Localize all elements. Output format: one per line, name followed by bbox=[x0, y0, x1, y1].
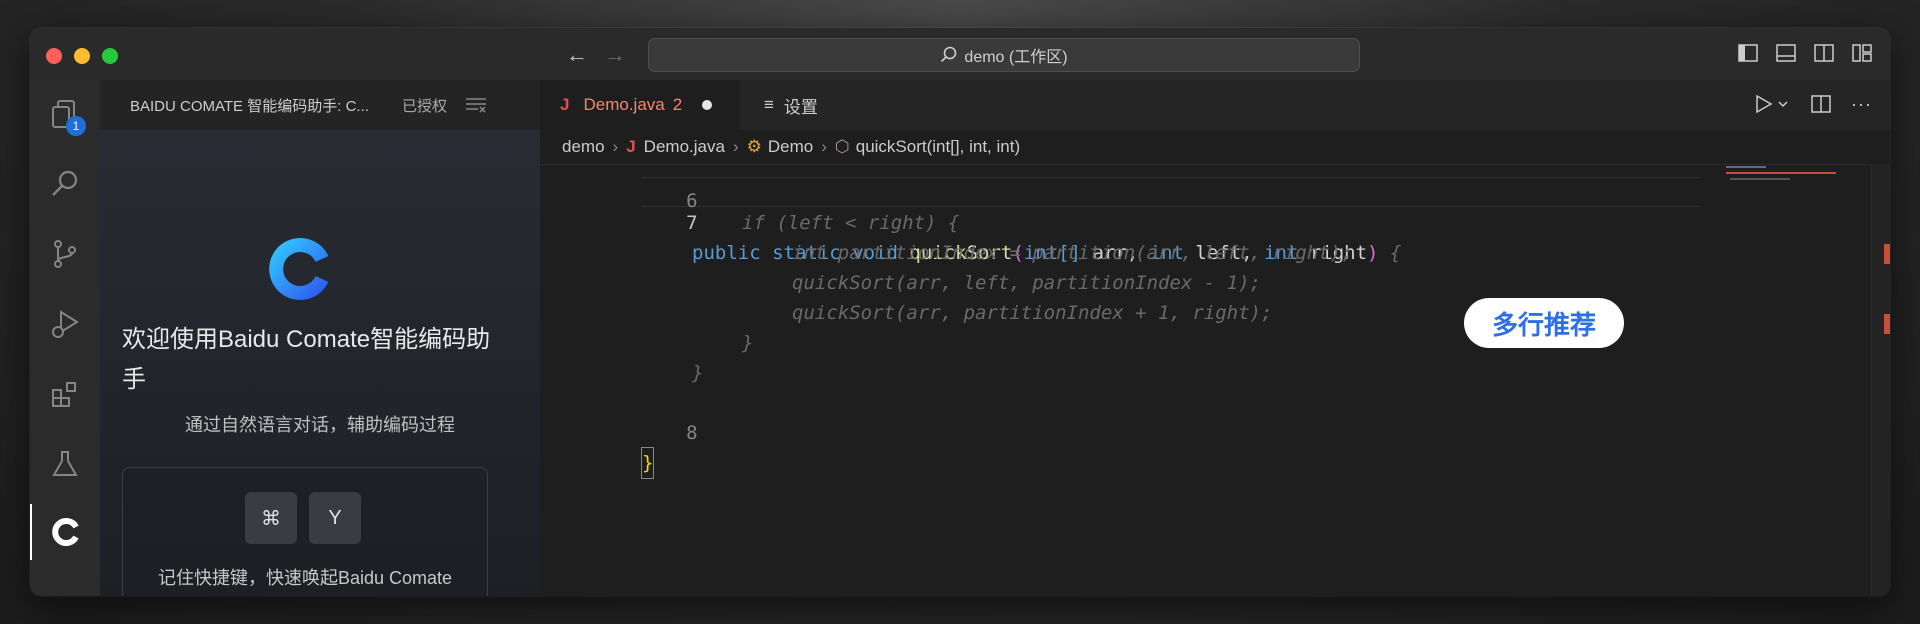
editor-actions: ··· bbox=[1755, 94, 1872, 119]
toggle-secondary-sidebar-icon[interactable] bbox=[1814, 43, 1834, 63]
auth-status: 已授权 bbox=[402, 97, 448, 115]
run-debug-button[interactable] bbox=[30, 296, 100, 352]
toggle-panel-icon[interactable] bbox=[1776, 43, 1796, 63]
class-icon: ⚙ bbox=[746, 137, 762, 156]
editor-area: J Demo.java 2 ≡ 设置 ··· demo › J Demo.jav… bbox=[540, 80, 1890, 596]
run-icon[interactable] bbox=[1755, 94, 1791, 119]
tab-label: 设置 bbox=[783, 97, 818, 117]
run-debug-icon bbox=[52, 310, 79, 338]
error-marker bbox=[1884, 314, 1890, 334]
comate-sidebar: BAIDU COMATE 智能编码助手: C... 已授权 欢迎使用Baidu … bbox=[100, 80, 541, 596]
testing-button[interactable] bbox=[30, 436, 100, 492]
comate-button[interactable] bbox=[30, 504, 102, 560]
multiline-suggestion-bubble: 多行推荐 bbox=[1464, 298, 1624, 348]
close-window-button[interactable] bbox=[46, 48, 62, 64]
more-actions-icon[interactable] bbox=[466, 97, 486, 117]
search-icon bbox=[52, 170, 78, 196]
breadcrumb-folder[interactable]: demo bbox=[562, 137, 605, 157]
chevron-right-icon: › bbox=[821, 137, 827, 156]
comate-logo-icon bbox=[52, 518, 79, 546]
command-center-search[interactable]: demo (工作区) bbox=[648, 38, 1360, 72]
command-key: ⌘ bbox=[245, 492, 297, 544]
tab-demo-java[interactable]: J Demo.java 2 bbox=[540, 80, 740, 130]
flask-icon bbox=[52, 451, 78, 476]
problem-count: 2 bbox=[672, 95, 683, 114]
java-file-icon: J bbox=[626, 137, 636, 156]
minimize-window-button[interactable] bbox=[74, 48, 90, 64]
more-icon[interactable]: ··· bbox=[1851, 94, 1872, 119]
tab-label: Demo.java bbox=[583, 95, 665, 114]
breadcrumb-file[interactable]: Demo.java bbox=[644, 137, 725, 157]
customize-layout-icon[interactable] bbox=[1852, 43, 1872, 63]
welcome-title: 欢迎使用Baidu Comate智能编码助手 bbox=[122, 326, 491, 393]
arrow-right-icon[interactable]: → bbox=[604, 42, 626, 68]
shortcut-hint: 记住快捷键，快速唤起Baidu Comate bbox=[157, 568, 453, 588]
minimap[interactable] bbox=[1720, 164, 1850, 204]
layout-controls bbox=[1738, 43, 1872, 63]
explorer-button[interactable]: 1 bbox=[30, 86, 100, 142]
search-text: demo (工作区) bbox=[964, 49, 1068, 66]
maximize-window-button[interactable] bbox=[102, 48, 118, 64]
editor-tabs: J Demo.java 2 ≡ 设置 ··· bbox=[540, 80, 1890, 130]
toggle-primary-sidebar-icon[interactable] bbox=[1738, 43, 1758, 63]
extensions-icon bbox=[52, 382, 76, 407]
sidebar-header: BAIDU COMATE 智能编码助手: C... 已授权 bbox=[100, 80, 540, 130]
line-number: 8 bbox=[686, 422, 698, 444]
source-control-button[interactable] bbox=[30, 226, 100, 282]
code-line: 7 public static void quickSort(int[] arr… bbox=[540, 178, 1840, 264]
comate-logo-icon bbox=[269, 238, 329, 300]
split-editor-icon[interactable] bbox=[1811, 94, 1831, 119]
code-line: 8 } bbox=[540, 388, 698, 479]
line-number: 7 bbox=[686, 212, 698, 234]
welcome-subtitle: 通过自然语言对话，辅助编码过程 bbox=[185, 415, 455, 435]
method-cube-icon: ⬡ bbox=[834, 137, 850, 156]
code-editor[interactable]: 6 7 public static void quickSort(int[] a… bbox=[540, 164, 1850, 596]
sidebar-title: BAIDU COMATE 智能编码助手: C... bbox=[130, 97, 369, 115]
arrow-left-icon[interactable]: ← bbox=[566, 42, 588, 68]
error-marker bbox=[1884, 244, 1890, 264]
closing-brace: } bbox=[640, 447, 655, 479]
shortcut-card: ⌘ Y 记住快捷键，快速唤起Baidu Comate bbox=[122, 467, 488, 596]
breadcrumb: demo › J Demo.java › ⚙ Demo › ⬡ quickSor… bbox=[540, 130, 1890, 165]
activity-bar: 1 bbox=[30, 80, 101, 596]
app-window: ← → demo (工作区) 1 BAIDU COMATE 智能编码助手: C.… bbox=[30, 28, 1890, 596]
explorer-badge: 1 bbox=[66, 116, 86, 136]
settings-file-icon: ≡ bbox=[764, 95, 774, 114]
extensions-button[interactable] bbox=[30, 366, 100, 422]
editor-scrollbar[interactable] bbox=[1871, 164, 1890, 596]
search-icon bbox=[941, 46, 957, 63]
git-branch-icon bbox=[54, 240, 76, 268]
tab-settings[interactable]: ≡ 设置 bbox=[750, 80, 818, 130]
chevron-right-icon: › bbox=[732, 137, 739, 156]
chevron-right-icon: › bbox=[612, 137, 619, 156]
y-key: Y bbox=[309, 492, 361, 544]
breadcrumb-class[interactable]: Demo bbox=[768, 137, 813, 157]
unsaved-dot-icon[interactable] bbox=[702, 100, 713, 110]
java-file-icon: J bbox=[560, 95, 570, 114]
search-button[interactable] bbox=[30, 156, 100, 212]
breadcrumb-method[interactable]: quickSort(int[], int, int) bbox=[856, 137, 1020, 157]
title-bar: ← → demo (工作区) bbox=[30, 28, 1890, 81]
